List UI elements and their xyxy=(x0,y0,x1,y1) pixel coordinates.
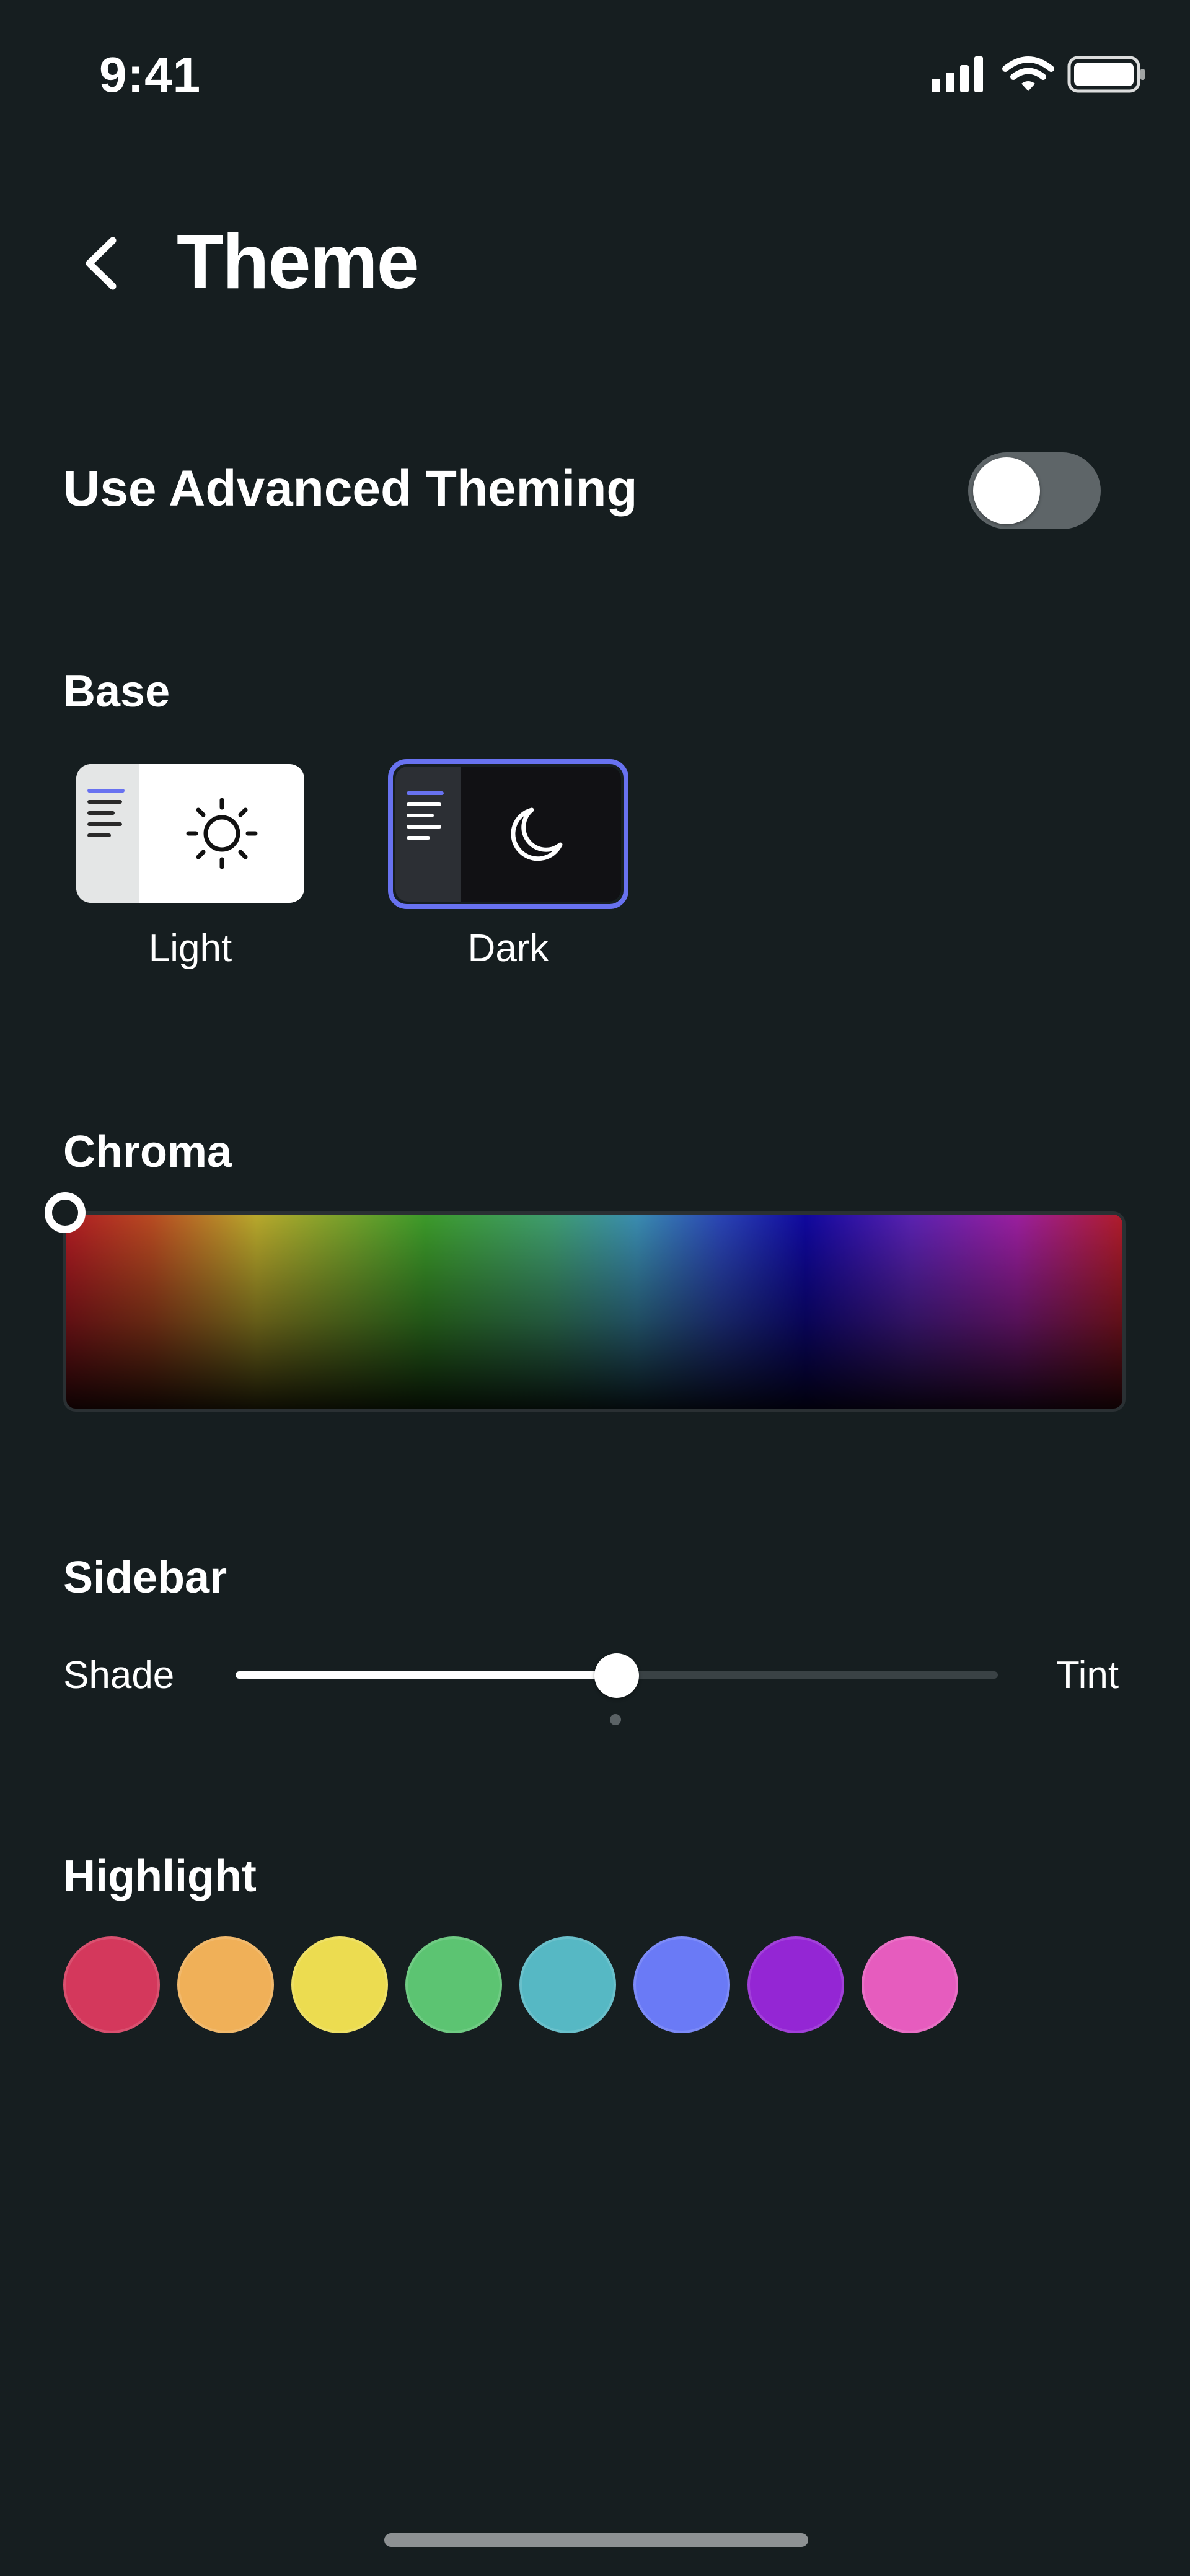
light-preview-lines xyxy=(87,789,131,845)
dark-preview xyxy=(395,767,621,902)
chroma-color-picker[interactable] xyxy=(63,1211,1126,1412)
chroma-handle[interactable] xyxy=(45,1192,86,1233)
slider-label-tint: Tint xyxy=(1056,1654,1119,1697)
signal-icon xyxy=(932,56,1145,93)
slider-label-shade: Shade xyxy=(63,1654,175,1697)
chevron-left-icon xyxy=(86,237,117,290)
home-indicator xyxy=(384,2533,808,2547)
slider-center-mark xyxy=(610,1714,621,1725)
toggle-knob xyxy=(973,457,1040,524)
sun-icon xyxy=(186,798,258,869)
base-option-dark[interactable] xyxy=(388,759,628,909)
highlight-section-title: Highlight xyxy=(63,1852,257,1901)
base-section-title: Base xyxy=(63,667,170,716)
back-button[interactable] xyxy=(74,229,130,297)
highlight-swatch[interactable] xyxy=(747,1936,844,2033)
moon-icon xyxy=(511,807,563,861)
slider-thumb[interactable] xyxy=(594,1653,639,1698)
highlight-swatch[interactable] xyxy=(862,1936,958,2033)
advanced-theming-toggle[interactable] xyxy=(968,452,1101,529)
highlight-swatch[interactable] xyxy=(63,1936,160,2033)
status-time: 9:41 xyxy=(99,47,201,102)
highlight-swatch[interactable] xyxy=(633,1936,730,2033)
slider-fill xyxy=(236,1671,617,1679)
base-option-light[interactable] xyxy=(76,764,304,903)
base-label-dark: Dark xyxy=(467,927,549,970)
highlight-swatch[interactable] xyxy=(405,1936,502,2033)
sidebar-section-title: Sidebar xyxy=(63,1553,227,1602)
base-label-light: Light xyxy=(148,927,232,970)
highlight-swatch[interactable] xyxy=(177,1936,274,2033)
status-icons xyxy=(930,53,1147,96)
dark-preview-lines xyxy=(407,791,450,847)
chroma-section-title: Chroma xyxy=(63,1127,232,1177)
highlight-swatch[interactable] xyxy=(291,1936,388,2033)
highlight-swatch[interactable] xyxy=(519,1936,616,2033)
page-title: Theme xyxy=(177,219,420,305)
advanced-theming-label: Use Advanced Theming xyxy=(63,460,638,517)
